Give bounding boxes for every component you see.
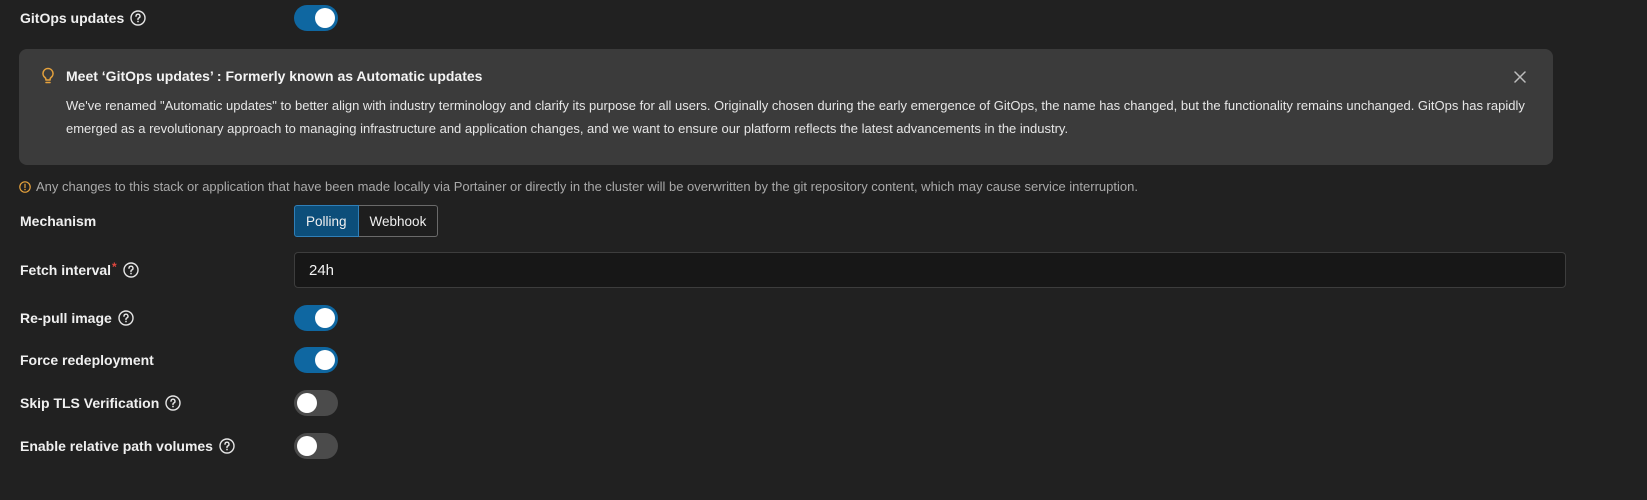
gitops-updates-label: GitOps updates: [20, 10, 294, 26]
lightbulb-icon: [42, 67, 54, 84]
toggle-knob: [315, 308, 335, 328]
fetch-interval-row: Fetch interval *: [20, 252, 1631, 288]
repull-image-row: Re-pull image: [20, 305, 1631, 331]
toggle-knob: [315, 8, 335, 28]
warning-icon: [19, 180, 31, 193]
force-redeployment-row: Force redeployment: [20, 347, 1631, 373]
skip-tls-label: Skip TLS Verification: [20, 395, 294, 411]
help-icon[interactable]: [118, 310, 134, 326]
mechanism-row: Mechanism Polling Webhook: [20, 205, 1631, 237]
help-icon[interactable]: [219, 438, 235, 454]
fetch-interval-input[interactable]: [294, 252, 1566, 288]
repull-image-label: Re-pull image: [20, 310, 294, 326]
toggle-knob: [297, 436, 317, 456]
callout-title: Meet ‘GitOps updates’ : Formerly known a…: [66, 68, 483, 84]
relative-path-volumes-label: Enable relative path volumes: [20, 438, 294, 454]
help-icon[interactable]: [130, 10, 146, 26]
mechanism-label: Mechanism: [20, 213, 294, 229]
force-redeployment-label-text: Force redeployment: [20, 352, 154, 368]
force-redeployment-label: Force redeployment: [20, 352, 294, 368]
toggle-knob: [315, 350, 335, 370]
relative-path-volumes-label-text: Enable relative path volumes: [20, 438, 213, 454]
gitops-updates-label-text: GitOps updates: [20, 10, 125, 26]
help-icon[interactable]: [123, 262, 139, 278]
polling-button[interactable]: Polling: [294, 205, 359, 237]
gitops-updates-toggle[interactable]: [294, 5, 338, 31]
toggle-knob: [297, 393, 317, 413]
fetch-interval-label: Fetch interval *: [20, 260, 294, 278]
close-icon[interactable]: [1513, 70, 1527, 84]
fetch-interval-label-text: Fetch interval: [20, 262, 112, 278]
repull-image-label-text: Re-pull image: [20, 310, 112, 326]
mechanism-label-text: Mechanism: [20, 213, 97, 229]
repull-image-toggle[interactable]: [294, 305, 338, 331]
skip-tls-toggle[interactable]: [294, 390, 338, 416]
warning-text: Any changes to this stack or application…: [36, 179, 1138, 194]
overwrite-warning: Any changes to this stack or application…: [19, 179, 1138, 194]
relative-path-volumes-row: Enable relative path volumes: [20, 433, 1631, 459]
skip-tls-row: Skip TLS Verification: [20, 390, 1631, 416]
gitops-settings-panel: GitOps updates Meet ‘GitOps updates’ : F…: [0, 0, 1647, 500]
skip-tls-label-text: Skip TLS Verification: [20, 395, 160, 411]
mechanism-button-group: Polling Webhook: [294, 205, 439, 237]
relative-path-volumes-toggle[interactable]: [294, 433, 338, 459]
webhook-button[interactable]: Webhook: [358, 205, 439, 237]
gitops-updates-row: GitOps updates: [20, 5, 1631, 31]
help-icon[interactable]: [165, 395, 181, 411]
rename-info-callout: Meet ‘GitOps updates’ : Formerly known a…: [19, 49, 1553, 165]
force-redeployment-toggle[interactable]: [294, 347, 338, 373]
callout-body: We've renamed "Automatic updates" to bet…: [66, 98, 1525, 136]
required-marker: *: [112, 260, 117, 274]
